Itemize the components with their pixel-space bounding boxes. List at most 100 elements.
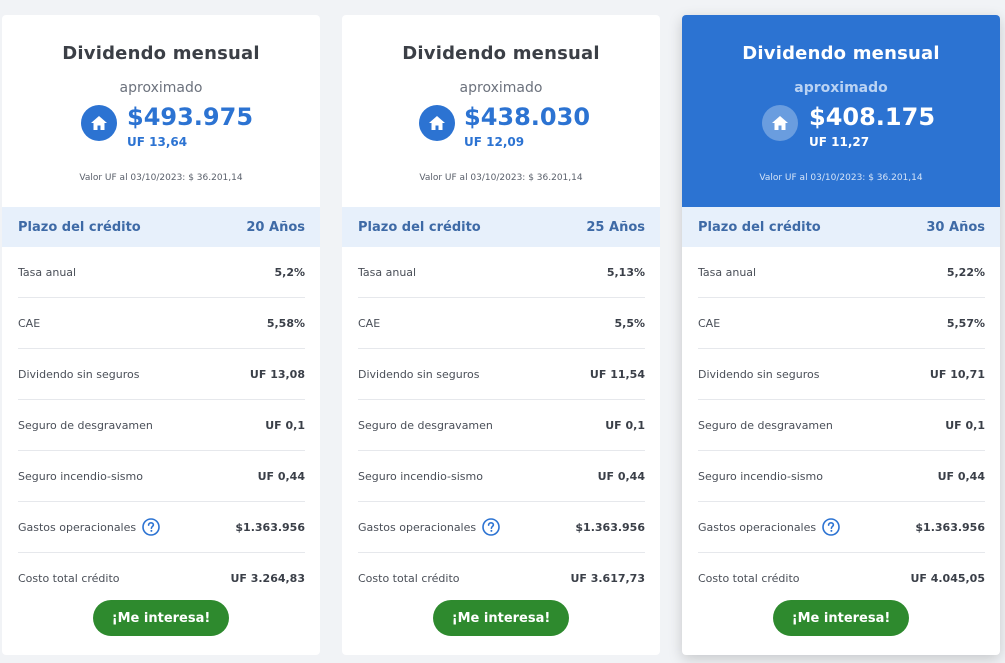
row-value: UF 0,1 <box>605 418 645 432</box>
dividend-amount-uf: UF 11,27 <box>809 135 870 149</box>
row-value: 5,13% <box>606 265 645 279</box>
detail-row-cae: CAE 5,57% <box>698 298 985 349</box>
uf-value-note: Valor UF al 03/10/2023: $ 36.201,14 <box>759 173 923 183</box>
row-label: Seguro de desgravamen <box>358 418 493 432</box>
row-value: 5,58% <box>266 316 305 330</box>
row-value: $1.363.956 <box>575 520 645 534</box>
row-label: Dividendo sin seguros <box>18 367 140 381</box>
detail-row-costo-total: Costo total crédito UF 4.045,05 <box>698 553 985 604</box>
detail-rows: Tasa anual 5,22% CAE 5,57% Dividendo sin… <box>682 247 1000 604</box>
plazo-value: 25 Años <box>586 219 645 235</box>
detail-row-desgravamen: Seguro de desgravamen UF 0,1 <box>698 400 985 451</box>
row-label: Tasa anual <box>18 265 77 279</box>
row-label-with-help: Gastos operacionales <box>698 518 840 536</box>
house-icon <box>419 105 455 141</box>
row-label: Dividendo sin seguros <box>358 367 480 381</box>
plazo-value: 30 Años <box>926 219 985 235</box>
row-value: UF 0,44 <box>257 469 305 483</box>
dividend-amount-uf: UF 12,09 <box>464 135 525 149</box>
row-value: 5,5% <box>614 316 645 330</box>
detail-row-incendio: Seguro incendio-sismo UF 0,44 <box>358 451 645 502</box>
credit-option-card-30: Dividendo mensual aproximado $408.175 UF… <box>682 15 1000 655</box>
help-circle-icon[interactable] <box>142 518 160 536</box>
plazo-label: Plazo del crédito <box>698 219 821 235</box>
dividend-amount-block: $408.175 UF 11,27 <box>809 103 935 149</box>
row-label: Gastos operacionales <box>18 520 137 534</box>
row-value: UF 4.045,05 <box>910 572 985 585</box>
plazo-bar: Plazo del crédito 20 Años <box>2 207 320 247</box>
me-interesa-button[interactable]: ¡Me interesa! <box>433 600 569 636</box>
detail-row-gastos: Gastos operacionales $1.363.956 <box>698 502 985 553</box>
card-header: Dividendo mensual aproximado $438.030 UF… <box>342 15 660 207</box>
detail-row-cae: CAE 5,5% <box>358 298 645 349</box>
detail-row-tasa: Tasa anual 5,22% <box>698 247 985 298</box>
row-label-with-help: Gastos operacionales <box>18 518 160 536</box>
detail-row-tasa: Tasa anual 5,13% <box>358 247 645 298</box>
row-label: Seguro incendio-sismo <box>698 469 823 483</box>
row-label: Gastos operacionales <box>358 520 477 534</box>
row-label: Seguro incendio-sismo <box>358 469 483 483</box>
detail-row-desgravamen: Seguro de desgravamen UF 0,1 <box>18 400 305 451</box>
card-subtitle: aproximado <box>794 80 888 96</box>
plazo-value: 20 Años <box>246 219 305 235</box>
row-label: Gastos operacionales <box>698 520 817 534</box>
card-header: Dividendo mensual aproximado $408.175 UF… <box>682 15 1000 207</box>
row-label: Costo total crédito <box>358 572 460 585</box>
plazo-label: Plazo del crédito <box>18 219 141 235</box>
card-title: Dividendo mensual <box>62 43 260 64</box>
detail-row-incendio: Seguro incendio-sismo UF 0,44 <box>18 451 305 502</box>
detail-row-costo-total: Costo total crédito UF 3.264,83 <box>18 553 305 604</box>
row-value: UF 0,44 <box>597 469 645 483</box>
detail-rows: Tasa anual 5,2% CAE 5,58% Dividendo sin … <box>2 247 320 604</box>
card-subtitle: aproximado <box>119 80 203 96</box>
detail-row-dividendo: Dividendo sin seguros UF 10,71 <box>698 349 985 400</box>
row-label: CAE <box>18 316 41 330</box>
detail-row-gastos: Gastos operacionales $1.363.956 <box>18 502 305 553</box>
row-label: Costo total crédito <box>18 572 120 585</box>
detail-row-incendio: Seguro incendio-sismo UF 0,44 <box>698 451 985 502</box>
row-label-with-help: Gastos operacionales <box>358 518 500 536</box>
row-label: Seguro de desgravamen <box>698 418 833 432</box>
row-label: Tasa anual <box>698 265 757 279</box>
detail-row-gastos: Gastos operacionales $1.363.956 <box>358 502 645 553</box>
detail-rows: Tasa anual 5,13% CAE 5,5% Dividendo sin … <box>342 247 660 604</box>
help-circle-icon[interactable] <box>822 518 840 536</box>
uf-value-note: Valor UF al 03/10/2023: $ 36.201,14 <box>79 173 243 183</box>
dividend-amount: $438.030 <box>464 103 591 131</box>
detail-row-dividendo: Dividendo sin seguros UF 11,54 <box>358 349 645 400</box>
card-subtitle: aproximado <box>459 80 543 96</box>
house-icon <box>81 105 117 141</box>
me-interesa-button[interactable]: ¡Me interesa! <box>773 600 909 636</box>
me-interesa-button[interactable]: ¡Me interesa! <box>93 600 229 636</box>
row-label: Seguro incendio-sismo <box>18 469 143 483</box>
row-value: 5,57% <box>946 316 985 330</box>
detail-row-tasa: Tasa anual 5,2% <box>18 247 305 298</box>
row-value: UF 13,08 <box>249 367 305 381</box>
row-value: UF 0,1 <box>945 418 985 432</box>
help-circle-icon[interactable] <box>482 518 500 536</box>
card-title: Dividendo mensual <box>402 43 600 64</box>
row-value: 5,2% <box>274 265 305 279</box>
plazo-label: Plazo del crédito <box>358 219 481 235</box>
row-label: Tasa anual <box>358 265 417 279</box>
detail-row-cae: CAE 5,58% <box>18 298 305 349</box>
card-title: Dividendo mensual <box>742 43 940 64</box>
credit-option-card-20: Dividendo mensual aproximado $493.975 UF… <box>2 15 320 655</box>
row-value: UF 10,71 <box>929 367 985 381</box>
dividend-amount: $493.975 <box>127 103 254 131</box>
row-value: $1.363.956 <box>915 520 985 534</box>
house-icon <box>762 105 798 141</box>
row-value: UF 3.617,73 <box>570 572 645 585</box>
dividend-amount-uf: UF 13,64 <box>127 135 188 149</box>
row-value: UF 0,1 <box>265 418 305 432</box>
detail-row-desgravamen: Seguro de desgravamen UF 0,1 <box>358 400 645 451</box>
detail-row-dividendo: Dividendo sin seguros UF 13,08 <box>18 349 305 400</box>
detail-row-costo-total: Costo total crédito UF 3.617,73 <box>358 553 645 604</box>
row-value: 5,22% <box>946 265 985 279</box>
plazo-bar: Plazo del crédito 30 Años <box>682 207 1000 247</box>
dividend-amount-block: $493.975 UF 13,64 <box>127 103 253 149</box>
row-value: UF 11,54 <box>589 367 645 381</box>
dividend-amount-block: $438.030 UF 12,09 <box>464 103 590 149</box>
plazo-bar: Plazo del crédito 25 Años <box>342 207 660 247</box>
row-label: Dividendo sin seguros <box>698 367 820 381</box>
